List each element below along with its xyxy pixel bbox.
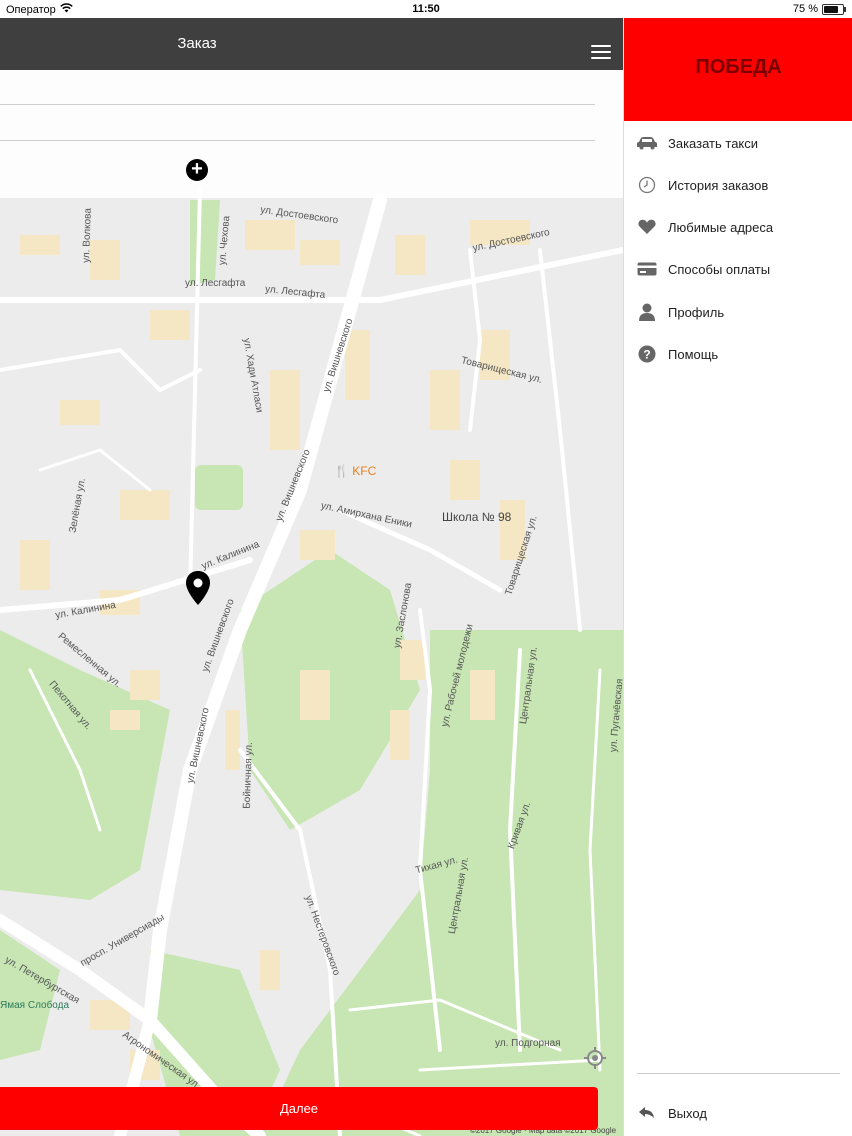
menu-item-order-taxi[interactable]: Заказать такси xyxy=(624,122,852,164)
menu-item-label: Любимые адреса xyxy=(668,219,774,235)
map-view[interactable]: ул. Достоевского ул. Достоевского ул. Ле… xyxy=(0,70,623,1136)
menu-item-label: Профиль xyxy=(668,304,725,320)
navbar: Заказ xyxy=(0,18,623,70)
carrier-label: Оператор xyxy=(6,3,56,16)
battery-icon xyxy=(822,3,846,15)
from-address-field[interactable] xyxy=(0,76,595,105)
page-title: Заказ xyxy=(177,35,217,52)
to-address-field[interactable] xyxy=(0,112,595,141)
menu-item-profile[interactable]: Профиль xyxy=(624,291,852,333)
order-screen: ул. Достоевского ул. Достоевского ул. Ле… xyxy=(0,18,623,1136)
order-form-panel: + xyxy=(0,70,623,198)
metro-station-label[interactable]: Ямая Слобода xyxy=(0,1000,69,1011)
menu-item-payment-methods[interactable]: Способы оплаты xyxy=(624,248,852,290)
poi-school-label: Школа № 98 xyxy=(442,510,512,524)
menu-item-logout[interactable]: Выход xyxy=(624,1092,852,1134)
side-menu: ПОБЕДА Заказать такси История заказов Лю… xyxy=(623,18,852,1136)
menu-item-label: Выход xyxy=(668,1105,707,1121)
street-label: ул. Волкова xyxy=(80,207,94,264)
back-arrow-icon xyxy=(636,1102,658,1124)
menu-item-order-history[interactable]: История заказов xyxy=(624,164,852,206)
help-icon: ? xyxy=(636,343,658,365)
poi-kfc[interactable]: 🍴 KFC xyxy=(334,464,376,478)
menu-item-label: Помощь xyxy=(668,346,719,362)
app-logo: ПОБЕДА xyxy=(695,56,782,78)
street-label: ул. Подгорная xyxy=(495,1038,561,1049)
menu-item-favorite-addresses[interactable]: Любимые адреса xyxy=(624,206,852,248)
logo-header: ПОБЕДА xyxy=(624,18,852,121)
poi-school[interactable]: Школа № 98 xyxy=(442,510,511,524)
menu-item-label: Заказать такси xyxy=(668,135,759,151)
menu-item-label: Способы оплаты xyxy=(668,261,771,277)
street-label: ул. Лесгафта xyxy=(185,278,246,289)
person-icon xyxy=(636,301,658,323)
menu-item-label: История заказов xyxy=(668,177,769,193)
menu-item-help[interactable]: ? Помощь xyxy=(624,333,852,375)
status-bar: Оператор 11:50 75 % xyxy=(0,0,852,18)
plus-circle-icon: + xyxy=(191,158,203,180)
svg-text:?: ? xyxy=(643,348,650,362)
crosshair-icon[interactable] xyxy=(584,1047,606,1069)
status-time: 11:50 xyxy=(412,3,440,15)
poi-kfc-label: KFC xyxy=(352,464,377,478)
wifi-icon xyxy=(60,3,73,16)
battery-percent: 75 % xyxy=(792,3,818,15)
car-icon xyxy=(636,132,658,154)
heart-icon xyxy=(636,216,658,238)
credit-card-icon xyxy=(636,258,658,280)
next-button[interactable]: Далее xyxy=(0,1087,598,1130)
divider xyxy=(637,1073,840,1074)
street-label: Бойничная ул. xyxy=(241,741,256,810)
hamburger-menu-icon[interactable] xyxy=(591,45,611,59)
add-stop-button[interactable]: + xyxy=(186,159,208,181)
map-pin-icon[interactable] xyxy=(186,571,210,605)
clock-icon xyxy=(636,174,658,196)
